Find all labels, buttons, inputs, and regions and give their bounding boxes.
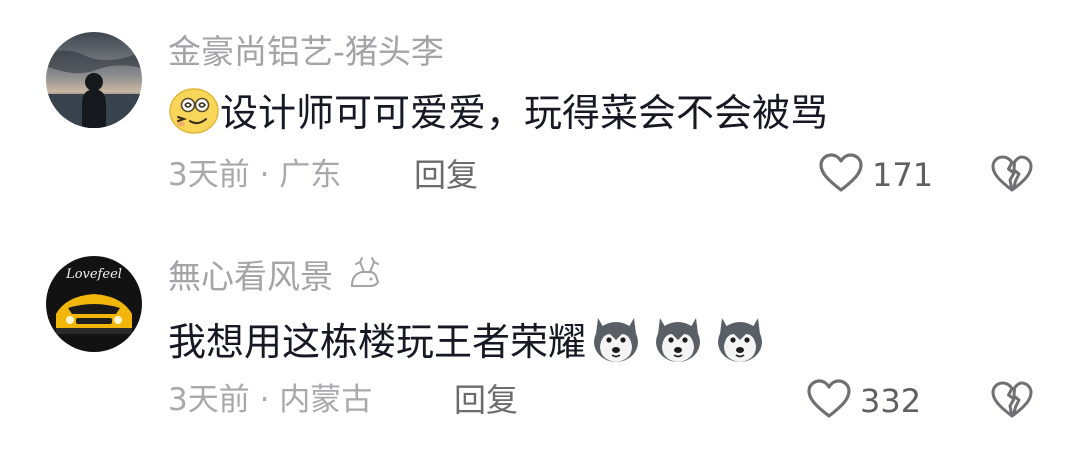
dislike-button[interactable]	[990, 380, 1034, 424]
comment-username-text: 無心看风景	[168, 257, 333, 296]
comment-username[interactable]: 無心看风景	[168, 256, 384, 301]
broken-heart-icon	[990, 381, 1034, 424]
reply-button[interactable]: 回复	[454, 380, 518, 420]
husky-dog-emoji-icon	[588, 312, 644, 377]
comment-text-content: 设计师可可爱爱，玩得菜会不会被骂	[220, 91, 829, 135]
avatar[interactable]	[46, 32, 142, 128]
like-button[interactable]: 332	[806, 378, 921, 424]
comment-item: 金豪尚铝艺-猪头李 设计师可可爱爱，玩得菜会不会被骂 3天前 · 广东 回复 1…	[0, 0, 1080, 210]
broken-heart-icon	[990, 155, 1034, 198]
reply-button[interactable]: 回复	[414, 155, 478, 195]
heart-outline-icon	[806, 378, 852, 424]
avatar-logo-text: Lovefeel	[65, 267, 122, 282]
comment-text-content: 我想用这栋楼玩王者荣耀	[168, 320, 587, 364]
husky-dog-emoji-icon	[712, 312, 768, 377]
dislike-button[interactable]	[990, 154, 1034, 198]
comment-text: 我想用这栋楼玩王者荣耀	[168, 312, 768, 377]
giggle-emoji-icon	[168, 86, 220, 145]
comment-meta: 3天前 · 内蒙古	[168, 382, 373, 418]
like-count: 171	[872, 156, 934, 194]
comment-meta: 3天前 · 广东	[168, 157, 342, 193]
heart-outline-icon	[818, 152, 864, 198]
comment-text: 设计师可可爱爱，玩得菜会不会被骂	[168, 86, 828, 145]
like-count: 332	[860, 382, 922, 420]
husky-dog-emoji-icon	[650, 312, 706, 377]
comment-username[interactable]: 金豪尚铝艺-猪头李	[168, 32, 444, 72]
comment-item: Lovefeel 無心看风景 我想用这栋楼玩王者荣耀 3天前 · 内蒙古 回复 …	[0, 230, 1080, 459]
reindeer-emoji-icon	[344, 256, 384, 301]
like-button[interactable]: 171	[818, 152, 933, 198]
avatar[interactable]: Lovefeel	[46, 256, 142, 352]
